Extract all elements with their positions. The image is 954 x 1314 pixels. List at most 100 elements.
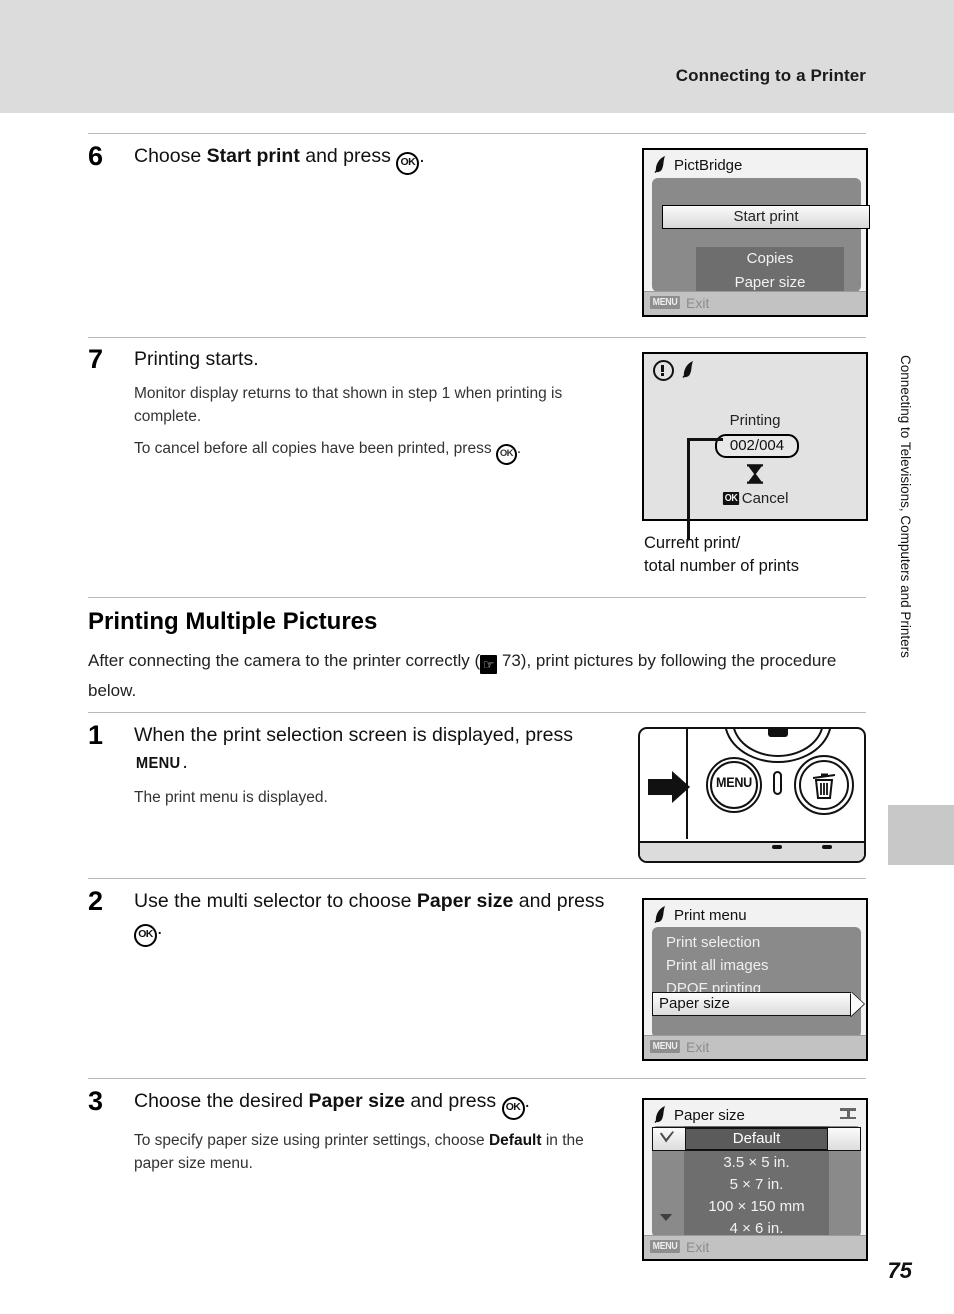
print-menu-title-row: Print menu — [654, 906, 747, 924]
step-1-number: 1 — [88, 720, 104, 750]
ok-badge-icon: OK — [722, 492, 739, 505]
callout-line-2: total number of prints — [644, 557, 799, 575]
trash-icon — [812, 773, 836, 799]
checkmark-icon — [657, 1130, 677, 1148]
camera-dial-marker — [768, 729, 788, 737]
callout-line-vertical — [687, 440, 690, 540]
pictbridge-panel: Start print Copies Paper size — [652, 178, 870, 296]
lcd-screen-paper-size: Paper size Default 3.5 × 5 in. 5 × 7 in.… — [642, 1098, 868, 1261]
camera-back-illustration: MENU — [638, 727, 866, 863]
paper-size-footer: MENU Exit — [644, 1235, 866, 1259]
step-7-title: Printing starts. — [134, 348, 259, 370]
section-heading: Printing Multiple Pictures — [88, 608, 378, 635]
step-6-number: 6 — [88, 141, 104, 171]
callout-line-horizontal — [687, 438, 723, 441]
step-3-sub: To specify paper size using printer sett… — [134, 1129, 618, 1175]
scroll-down-icon[interactable] — [657, 1212, 675, 1226]
step-1-sub: The print menu is displayed. — [134, 789, 328, 806]
pictbridge-icon — [654, 1106, 669, 1123]
paper-size-title-row: Paper size — [654, 1106, 745, 1124]
step-6-title-bold: Start print — [206, 145, 300, 167]
step-1-title: When the print selection screen is displ… — [134, 722, 608, 777]
lcd-screen-pictbridge: PictBridge Start print Copies Paper size… — [642, 148, 870, 317]
pictbridge-icon — [654, 906, 669, 923]
book-ref-icon: ☞ — [480, 655, 498, 674]
ok-button-icon: OK — [396, 152, 420, 175]
paper-size-title: Paper size — [674, 1107, 745, 1124]
side-tab: Connecting to Televisions, Computers and… — [892, 355, 918, 835]
page-number: 75 — [887, 1258, 912, 1283]
hourglass-icon — [644, 464, 866, 488]
step-2-title: Use the multi selector to choose Paper s… — [134, 888, 608, 947]
pictbridge-footer: MENU Exit — [644, 291, 866, 315]
step-6-title-pre: Choose — [134, 145, 207, 167]
ok-button-icon: OK — [501, 1097, 525, 1120]
callout-line-1: Current print/ — [644, 534, 741, 552]
menu-badge-icon: MENU — [650, 296, 681, 309]
copies-option[interactable]: Copies — [696, 247, 844, 271]
step-7-sub-2-post: . — [516, 440, 522, 457]
step-3-title-end: . — [524, 1090, 530, 1112]
step-3-title: Choose the desired Paper size and press … — [134, 1088, 618, 1120]
menu-item-paper-size-selected[interactable]: Paper size — [652, 992, 852, 1016]
pictbridge-screen-title-row: PictBridge — [654, 156, 742, 174]
divider-section — [88, 597, 866, 598]
paper-size-option-default[interactable]: Default — [685, 1128, 828, 1150]
exit-label: Exit — [686, 295, 710, 311]
menu-button-icon: MENU — [135, 755, 181, 772]
pictbridge-icon — [654, 156, 669, 173]
pictbridge-options: Copies Paper size — [696, 247, 844, 296]
chevron-right-icon — [851, 992, 864, 1016]
print-menu-footer: MENU Exit — [644, 1035, 866, 1059]
divider-step3 — [88, 1078, 866, 1079]
paper-size-option-3-5x5[interactable]: 3.5 × 5 in. — [684, 1152, 829, 1174]
step-2-title-post: and press — [513, 890, 605, 912]
paper-size-option-100x150[interactable]: 100 × 150 mm — [684, 1196, 829, 1218]
print-menu-title: Print menu — [674, 907, 747, 924]
side-tab-marker — [888, 805, 954, 865]
start-print-option[interactable]: Start print — [662, 205, 870, 229]
step-6-title-end: . — [419, 145, 425, 167]
section-paragraph: After connecting the camera to the print… — [88, 646, 848, 706]
paper-size-option-5x7[interactable]: 5 × 7 in. — [684, 1174, 829, 1196]
print-menu-panel: Print selection Print all images DPOF pr… — [652, 927, 861, 1038]
step-6-title: Choose Start print and press OK. — [134, 143, 425, 175]
callout-label: Current print/ total number of prints — [644, 532, 799, 578]
cancel-label[interactable]: Cancel — [742, 490, 789, 507]
exit-label: Exit — [686, 1039, 710, 1055]
warning-icon — [653, 360, 674, 381]
step-7-number: 7 — [88, 344, 104, 374]
step-1-title-post: . — [182, 751, 188, 773]
divider-step2 — [88, 878, 866, 879]
step-2-title-bold: Paper size — [416, 890, 514, 912]
lcd-screen-printing: Printing 002/004 OK Cancel — [642, 352, 868, 521]
step-2-title-end: . — [157, 917, 163, 939]
section-paragraph-pre: After connecting the camera to the print… — [88, 651, 481, 670]
exit-label: Exit — [686, 1239, 710, 1255]
step-3-title-pre: Choose the desired — [134, 1090, 309, 1112]
step-3-sub-pre: To specify paper size using printer sett… — [134, 1132, 489, 1149]
step-3-title-post: and press — [405, 1090, 502, 1112]
ok-button-icon: OK — [495, 444, 517, 465]
camera-indicator-led — [773, 771, 782, 795]
step-3-sub-bold: Default — [488, 1132, 542, 1149]
camera-foot-dot — [772, 845, 782, 849]
pictbridge-icon — [682, 360, 697, 378]
paper-size-indicator-icon — [840, 1108, 856, 1119]
print-counter: 002/004 — [715, 434, 799, 458]
side-tab-label: Connecting to Televisions, Computers and… — [898, 355, 913, 658]
menu-item-print-all-images[interactable]: Print all images — [666, 954, 862, 977]
step-6-title-post: and press — [299, 145, 397, 167]
step-7-sub-1: Monitor display returns to that shown in… — [134, 385, 563, 425]
page-title: Connecting to a Printer — [675, 66, 866, 85]
step-2-number: 2 — [88, 886, 104, 916]
page-header-band — [0, 0, 954, 113]
step-1-title-pre: When the print selection screen is displ… — [134, 724, 573, 746]
step-3-title-bold: Paper size — [308, 1090, 406, 1112]
camera-foot-dot — [822, 845, 832, 849]
menu-item-print-selection[interactable]: Print selection — [666, 931, 862, 954]
step-2-title-pre: Use the multi selector to choose — [134, 890, 417, 912]
printing-label: Printing — [729, 412, 781, 429]
camera-menu-button-label: MENU — [715, 774, 753, 790]
divider-step6-7 — [88, 337, 866, 338]
